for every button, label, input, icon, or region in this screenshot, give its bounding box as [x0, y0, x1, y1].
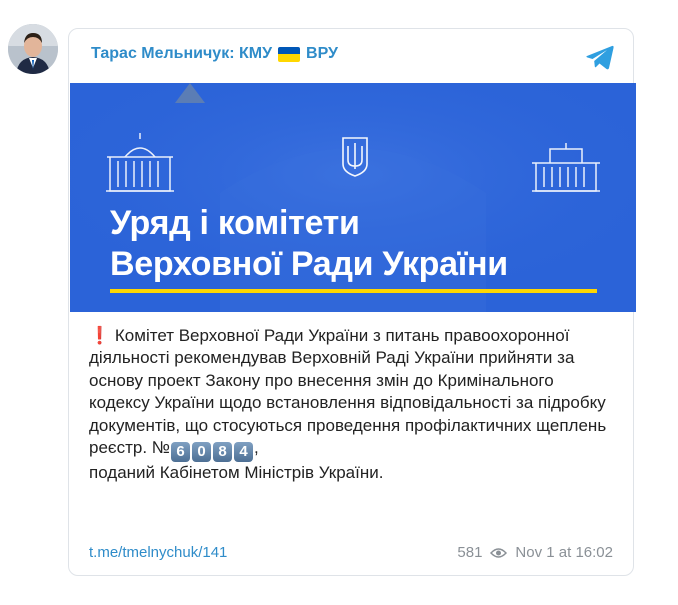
view-count: 581: [457, 544, 483, 561]
banner-title-line2: Верховної Ради України: [110, 245, 508, 283]
post-card: Тарас Мельничук: КМУ ВРУ Уряд і комітети…: [68, 28, 636, 576]
post-text-main: Комітет Верховної Ради України з питань …: [89, 326, 607, 458]
number-digit-keycap: 8: [213, 442, 233, 463]
channel-name-suffix[interactable]: ВРУ: [306, 45, 338, 63]
post-date[interactable]: Nov 1 at 16:02: [515, 544, 613, 561]
post-image-banner[interactable]: Уряд і комітети Верховної Ради України: [70, 83, 636, 312]
channel-title[interactable]: Тарас Мельничук: КМУ ВРУ: [91, 45, 338, 63]
post-meta: 581 Nov 1 at 16:02: [457, 544, 613, 561]
channel-avatar[interactable]: [8, 24, 58, 74]
ukraine-flag-icon: [278, 46, 301, 62]
channel-name[interactable]: Тарас Мельничук: КМУ: [91, 45, 272, 63]
banner-underline: [110, 289, 597, 293]
eye-icon: [490, 547, 508, 558]
post-link[interactable]: t.me/tmelnychuk/141: [89, 544, 227, 561]
number-digit-keycap: 4: [234, 442, 254, 463]
avatar-portrait-icon: [8, 24, 58, 74]
number-digit-keycap: 0: [192, 442, 212, 463]
post-text: ❗ Комітет Верховної Ради України з питан…: [89, 325, 619, 484]
post-text-last: поданий Кабінетом Міністрів України.: [89, 463, 384, 483]
number-digit-keycap: 6: [171, 442, 191, 463]
banner-title-line1: Уряд і комітети: [110, 204, 360, 242]
banner-title: Уряд і комітети Верховної Ради України: [110, 203, 508, 285]
telegram-icon[interactable]: [585, 43, 615, 71]
exclamation-icon: ❗: [89, 326, 111, 345]
post-text-comma: ,: [254, 438, 259, 458]
